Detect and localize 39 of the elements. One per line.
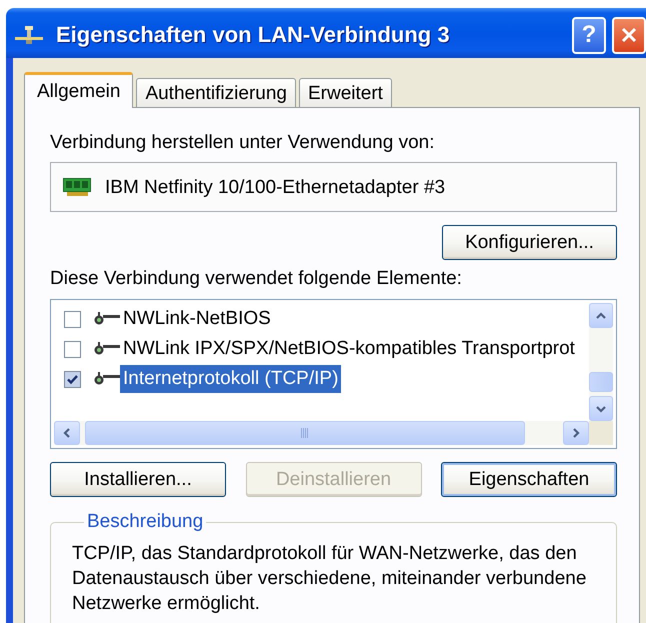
scroll-up-button[interactable] (589, 303, 613, 328)
scrollbar-thumb[interactable] (589, 372, 613, 392)
configure-button[interactable]: Konfigurieren... (442, 225, 617, 260)
checkbox[interactable] (64, 340, 81, 358)
properties-button[interactable]: Eigenschaften (441, 462, 617, 497)
window-title: Eigenschaften von LAN-Verbindung 3 (56, 24, 450, 46)
adapter-name: IBM Netfinity 10/100-Ethernetadapter #3 (105, 178, 446, 196)
network-plug-icon (93, 372, 120, 386)
chevron-left-icon (63, 428, 71, 438)
tab[interactable]: Allgemein (24, 72, 134, 108)
list-item[interactable]: NWLink-NetBIOS (120, 305, 274, 333)
vertical-scrollbar[interactable] (589, 303, 613, 421)
scroll-down-button[interactable] (589, 396, 613, 421)
scrollbar-corner (589, 421, 613, 445)
tab[interactable]: Erweitert (298, 78, 392, 107)
field-label: Verbindung herstellen unter Verwendung von: (50, 133, 436, 153)
install-button[interactable]: Installieren... (50, 462, 226, 497)
description-text: TCP/IP, das Standardprotokoll für WAN-Netzwerke, das den Datenaustausch über verschiedene, miteinander verbundene Netzwerke ermöglicht. (72, 542, 588, 616)
list-item[interactable]: NWLink IPX/SPX/NetBIOS-kompatibles Transportprot (120, 335, 578, 363)
chevron-right-icon (572, 428, 580, 438)
scrollbar-thumb[interactable] (85, 421, 525, 445)
network-icon (15, 26, 43, 44)
checkbox[interactable] (64, 310, 81, 328)
network-card-icon (63, 177, 92, 197)
checkbox[interactable] (64, 370, 81, 388)
grip-icon (301, 428, 309, 438)
horizontal-scrollbar[interactable] (54, 421, 589, 445)
network-plug-icon (93, 312, 120, 326)
chevron-down-icon (596, 404, 606, 412)
network-plug-icon (93, 342, 120, 356)
tab[interactable]: Authentifizierung (136, 78, 296, 107)
scroll-left-button[interactable] (54, 421, 80, 445)
scroll-right-button[interactable] (563, 421, 589, 445)
close-icon (621, 27, 637, 43)
list-item[interactable]: Internetprotokoll (TCP/IP) (120, 365, 342, 393)
field-label: Diese Verbindung verwendet folgende Elemente: (50, 269, 463, 289)
close-button[interactable] (612, 16, 646, 54)
group-title: Beschreibung (86, 511, 204, 533)
chevron-up-icon (596, 312, 606, 320)
